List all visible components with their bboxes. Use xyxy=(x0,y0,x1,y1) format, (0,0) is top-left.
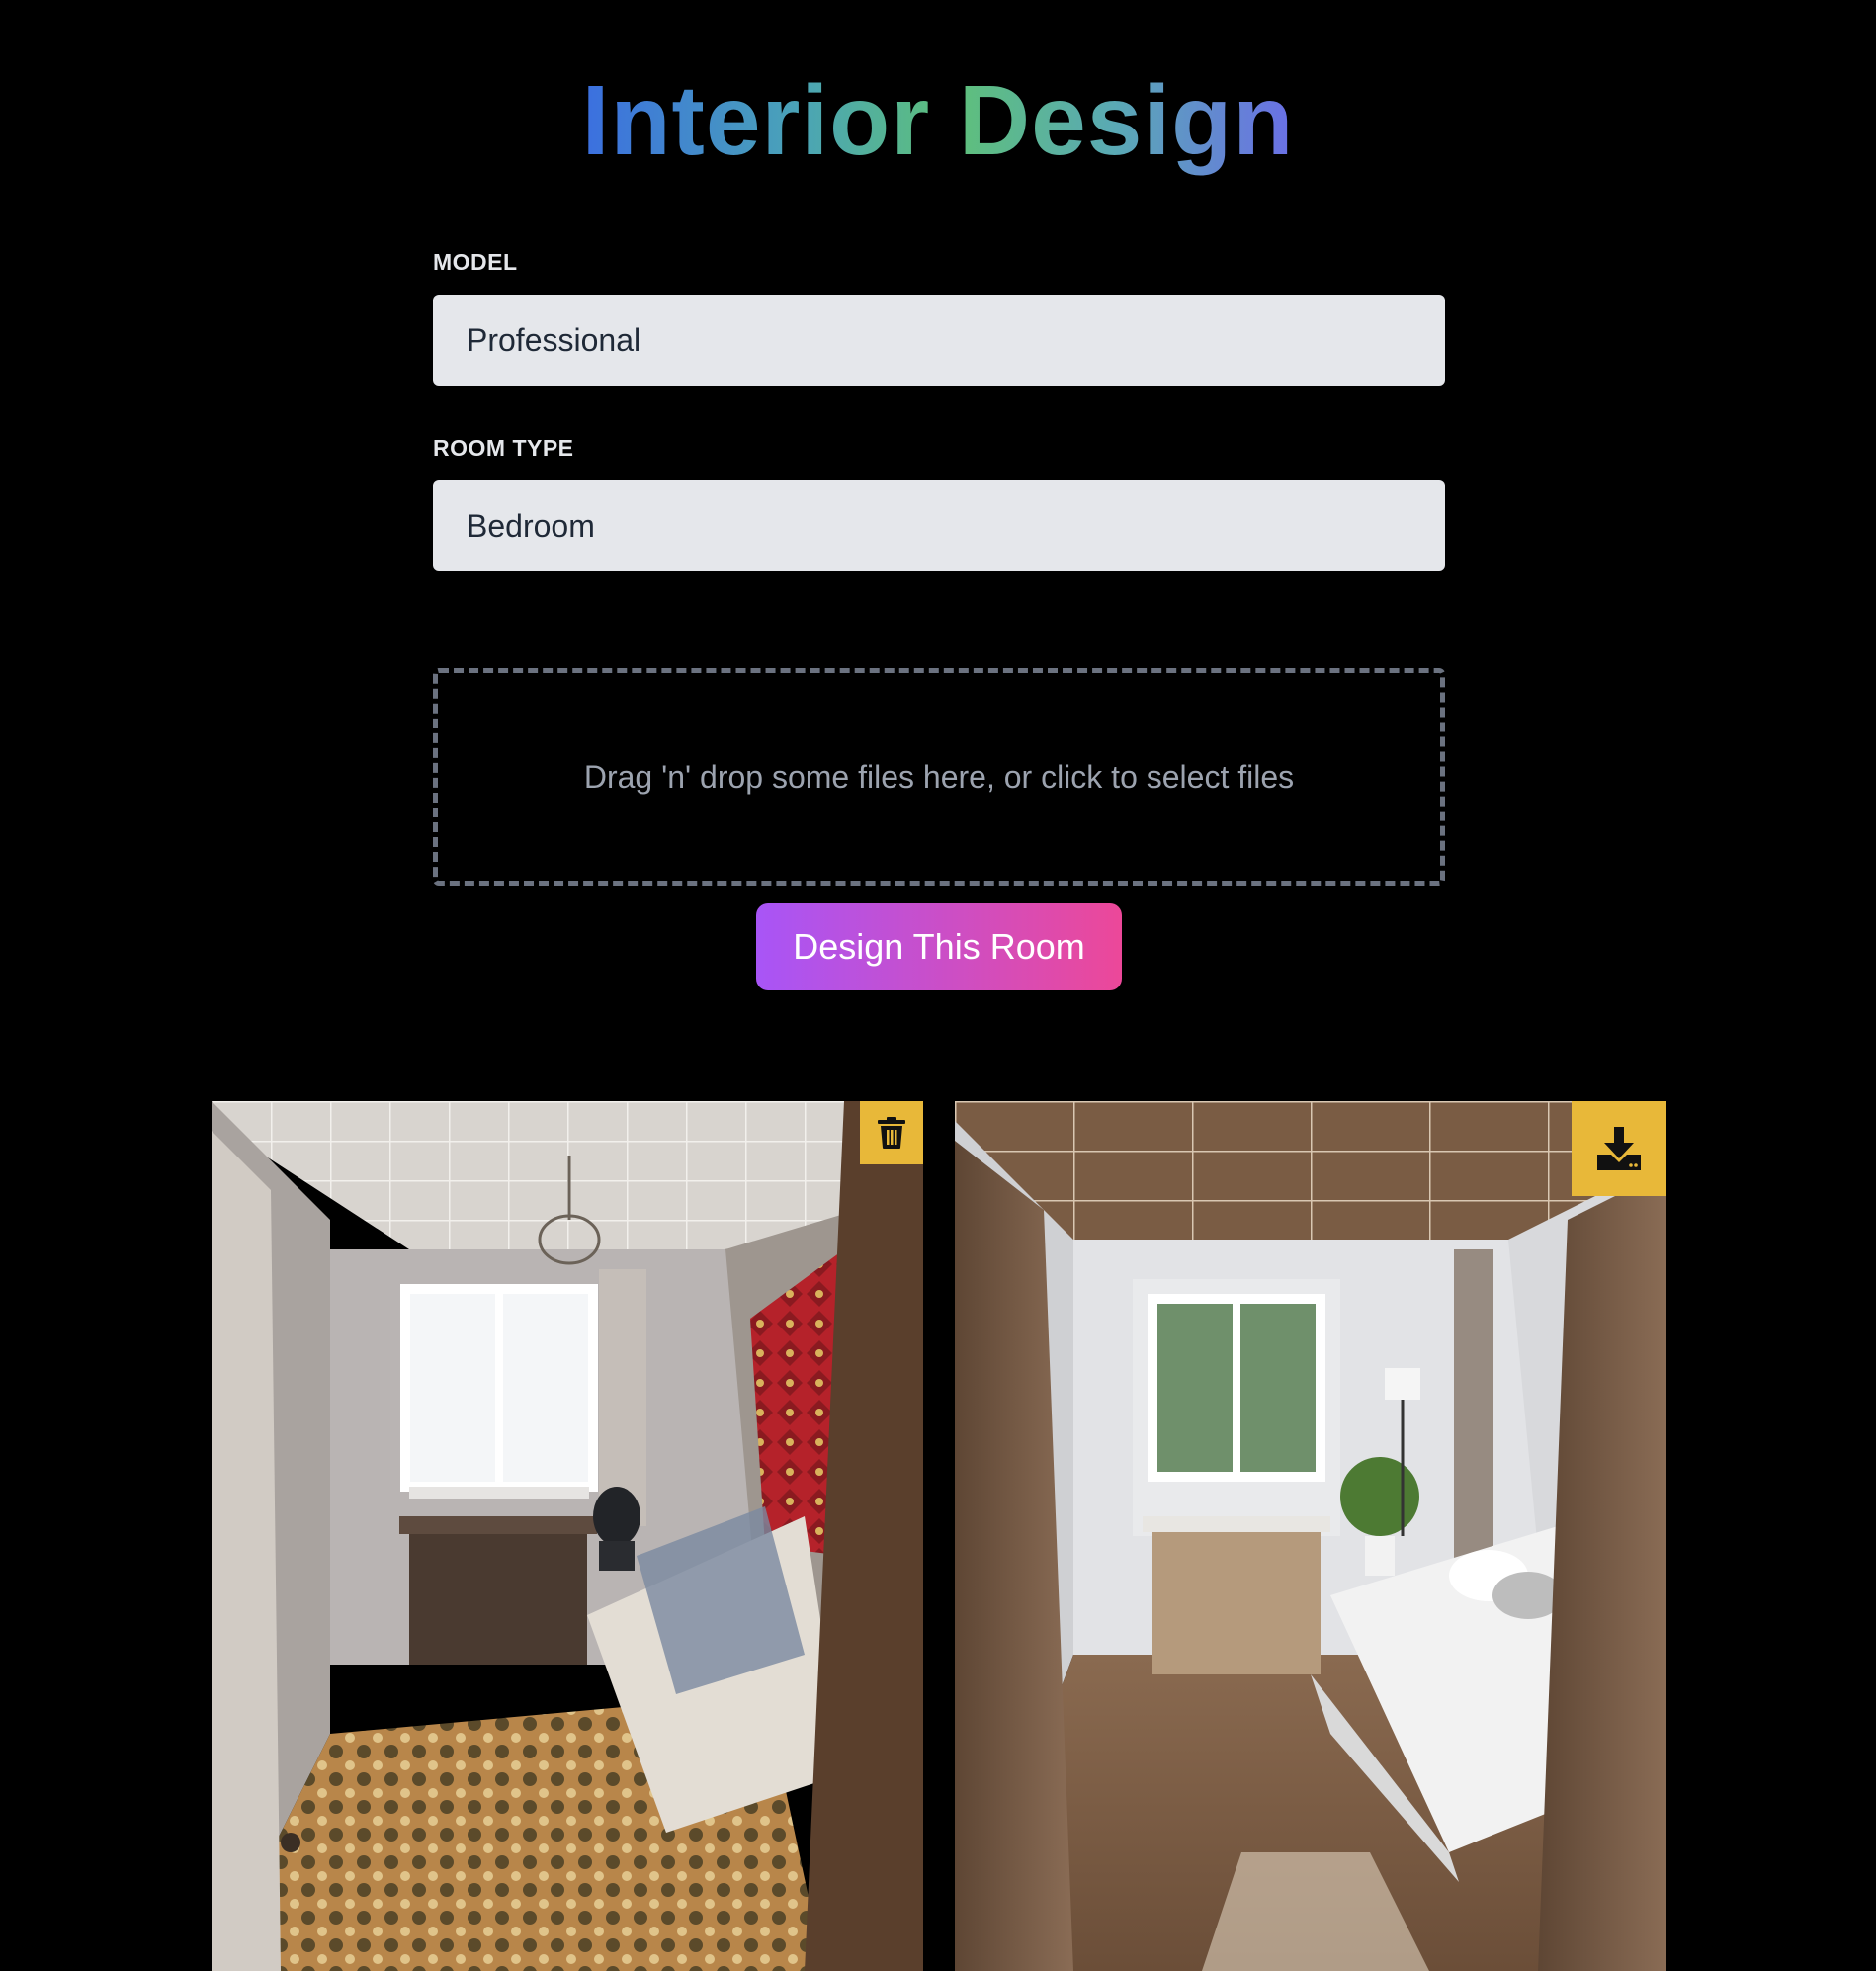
original-room-image xyxy=(212,1101,923,1971)
download-icon xyxy=(1597,1127,1641,1170)
design-room-button[interactable]: Design This Room xyxy=(756,903,1122,990)
model-label: MODEL xyxy=(433,249,518,275)
trash-icon xyxy=(878,1117,905,1149)
room-type-select-value: Bedroom xyxy=(467,507,595,544)
page-title-text: Interior Design xyxy=(581,65,1295,176)
room-type-select[interactable]: Bedroom xyxy=(433,480,1445,571)
original-room-photo xyxy=(212,1101,923,1971)
download-image-button[interactable] xyxy=(1572,1101,1666,1196)
model-select-value: Professional xyxy=(467,321,641,358)
designed-room-image xyxy=(955,1101,1666,1971)
dropzone-text: Drag 'n' drop some files here, or click … xyxy=(583,758,1295,795)
model-select[interactable]: Professional xyxy=(433,295,1445,386)
file-dropzone[interactable]: Drag 'n' drop some files here, or click … xyxy=(433,668,1445,886)
designed-room-photo xyxy=(955,1101,1666,1971)
page-title: Interior Design xyxy=(0,61,1876,180)
room-type-label: ROOM TYPE xyxy=(433,435,574,461)
delete-image-button[interactable] xyxy=(860,1101,923,1164)
